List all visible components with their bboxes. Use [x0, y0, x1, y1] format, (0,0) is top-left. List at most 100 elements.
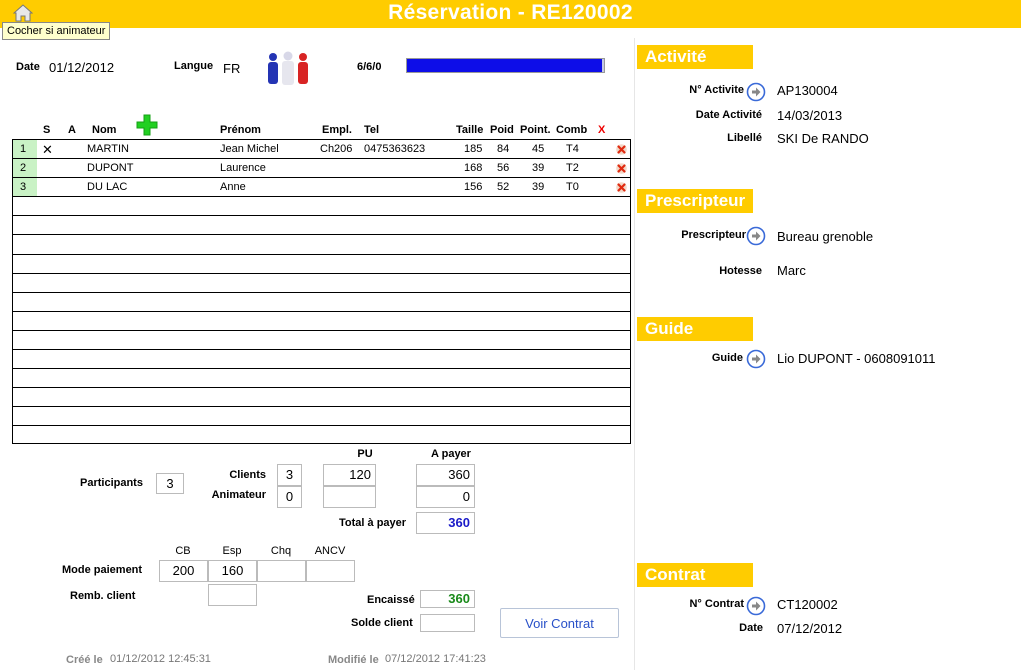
row-prenom: Laurence — [220, 162, 266, 175]
add-icon[interactable] — [136, 114, 158, 136]
table-row — [13, 274, 630, 293]
table-row — [13, 427, 630, 446]
participants-field[interactable]: 3 — [156, 473, 184, 494]
cb-field[interactable]: 200 — [159, 560, 208, 582]
pu-animateur-field[interactable] — [323, 486, 376, 508]
progress-text: 6/6/0 — [357, 61, 382, 73]
row-nom: DU LAC — [87, 181, 128, 194]
go-activite-icon[interactable] — [746, 82, 766, 102]
cree-value: 01/12/2012 12:45:31 — [110, 653, 211, 665]
section-contrat: Contrat — [637, 563, 753, 587]
ancv-header: ANCV — [314, 545, 346, 557]
table-row — [13, 369, 630, 389]
participants-table: 1 ✕ MARTIN Jean Michel Ch206 0475363623 185 84 4… — [12, 139, 631, 444]
num-activite-value: AP130004 — [777, 83, 838, 98]
table-row — [13, 350, 630, 370]
table-row — [13, 216, 630, 236]
section-prescripteur: Prescripteur — [637, 189, 753, 213]
page-title: Réservation - RE120002 — [388, 1, 633, 24]
people-flag-icon[interactable] — [265, 50, 311, 86]
tooltip: Cocher si animateur — [2, 22, 111, 40]
row-empl: Ch206 — [320, 143, 353, 155]
num-contrat-value: CT120002 — [777, 597, 838, 612]
remb-field[interactable] — [208, 584, 257, 606]
hotesse-value: Marc — [777, 263, 806, 278]
num-activite-label: N° Activite — [689, 84, 744, 96]
col-taille: Taille — [456, 124, 484, 136]
table-row[interactable]: 3 DU LAC Anne 156 52 39 T0 — [13, 178, 630, 198]
title-bar: Réservation - RE120002 — [0, 0, 1021, 28]
hotesse-label: Hotesse — [719, 265, 762, 277]
table-row — [13, 293, 630, 312]
table-row — [13, 312, 630, 331]
col-prenom: Prénom — [220, 124, 261, 136]
progress-fill — [407, 59, 603, 72]
table-row[interactable]: 1 ✕ MARTIN Jean Michel Ch206 0475363623 185 84 4… — [13, 140, 630, 159]
pu-clients-field[interactable]: 120 — [323, 464, 376, 486]
delete-icon[interactable] — [616, 163, 627, 174]
col-tel: Tel — [364, 124, 380, 136]
row-point: 39 — [532, 162, 545, 175]
table-row — [13, 255, 630, 274]
voir-contrat-button[interactable]: Voir Contrat — [500, 608, 619, 638]
date-activite-value: 14/03/2013 — [777, 108, 843, 123]
delete-icon[interactable] — [616, 182, 627, 193]
row-nom: DUPONT — [87, 162, 134, 175]
pu-header: PU — [357, 448, 373, 460]
row-point: 45 — [532, 143, 545, 155]
modifie-label: Modifié le — [328, 654, 379, 666]
chq-header: Chq — [270, 545, 292, 557]
go-prescripteur-icon[interactable] — [746, 226, 766, 246]
clients-field[interactable]: 3 — [277, 464, 302, 486]
row-taille: 156 — [464, 181, 483, 194]
total-field: 360 — [416, 512, 475, 534]
row-point: 39 — [532, 181, 545, 194]
row-s-check[interactable]: ✕ — [42, 142, 53, 158]
apayer-clients-field[interactable]: 360 — [416, 464, 475, 486]
row-comb: T2 — [566, 162, 579, 175]
animateur-field[interactable]: 0 — [277, 486, 302, 508]
encaisse-field: 360 — [420, 590, 475, 608]
libelle-label: Libellé — [727, 132, 762, 144]
ancv-field[interactable] — [306, 560, 355, 582]
guide-label: Guide — [711, 352, 743, 364]
participants-label: Participants — [80, 477, 143, 489]
row-prenom: Anne — [220, 181, 246, 194]
section-activite: Activité — [637, 45, 753, 69]
row-poid: 84 — [497, 143, 510, 155]
table-row — [13, 388, 630, 408]
langue-value[interactable]: FR — [223, 61, 240, 76]
row-comb: T4 — [566, 143, 579, 155]
col-nom: Nom — [92, 124, 117, 136]
table-row[interactable]: 2 DUPONT Laurence 168 56 39 T2 — [13, 159, 630, 179]
delete-icon[interactable] — [616, 144, 627, 155]
date-contrat-label: Date — [739, 622, 763, 634]
go-contrat-icon[interactable] — [746, 596, 766, 616]
col-empl: Empl. — [322, 124, 352, 136]
table-row — [13, 407, 630, 427]
go-guide-icon[interactable] — [746, 349, 766, 369]
libelle-value: SKI De RANDO — [777, 131, 869, 146]
row-tel: 0475363623 — [364, 143, 426, 155]
chq-field[interactable] — [257, 560, 306, 582]
row-nom: MARTIN — [87, 143, 129, 155]
col-a: A — [68, 124, 76, 136]
table-row — [13, 197, 630, 217]
col-point: Point. — [520, 124, 551, 136]
row-number: 2 — [13, 159, 37, 178]
num-contrat-label: N° Contrat — [689, 598, 744, 610]
col-comb: Comb — [556, 124, 588, 136]
date-label: Date — [16, 61, 40, 73]
cree-label: Créé le — [66, 654, 103, 666]
table-row — [13, 331, 630, 350]
row-number: 1 — [13, 140, 37, 158]
esp-header: Esp — [222, 545, 242, 557]
row-poid: 56 — [497, 162, 510, 175]
esp-field[interactable]: 160 — [208, 560, 257, 582]
row-taille: 168 — [464, 162, 483, 175]
apayer-animateur-field[interactable]: 0 — [416, 486, 475, 508]
row-prenom: Jean Michel — [220, 143, 279, 155]
row-taille: 185 — [464, 143, 483, 155]
solde-field[interactable] — [420, 614, 475, 632]
progress-bar — [406, 58, 605, 73]
